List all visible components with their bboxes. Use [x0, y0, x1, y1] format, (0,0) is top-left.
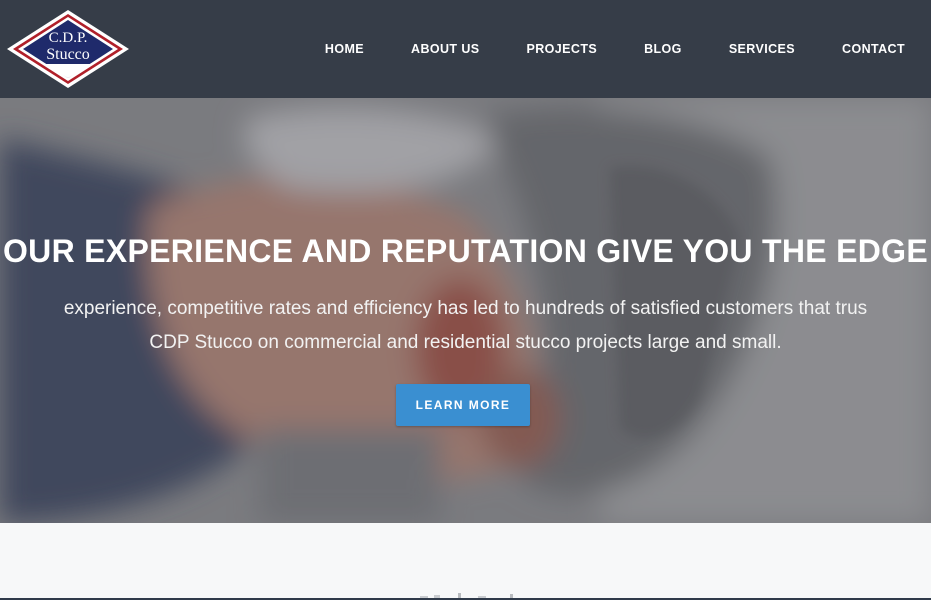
- cdp-stucco-logo[interactable]: C.D.P. Stucco: [6, 9, 130, 89]
- nav-contact[interactable]: CONTACT: [842, 42, 905, 56]
- learn-more-button[interactable]: LEARN MORE: [396, 384, 530, 426]
- nav-blog[interactable]: BLOG: [644, 42, 682, 56]
- logo-line2: Stucco: [46, 46, 90, 63]
- nav-home[interactable]: HOME: [325, 42, 364, 56]
- nav-about-us[interactable]: ABOUT US: [411, 42, 479, 56]
- content-section: [0, 523, 931, 600]
- main-nav: HOME ABOUT US PROJECTS BLOG SERVICES CON…: [325, 0, 931, 98]
- hero-section: OUR EXPERIENCE AND REPUTATION GIVE YOU T…: [0, 98, 931, 523]
- site-header: C.D.P. Stucco HOME ABOUT US PROJECTS BLO…: [0, 0, 931, 98]
- nav-services[interactable]: SERVICES: [729, 42, 795, 56]
- nav-projects[interactable]: PROJECTS: [527, 42, 598, 56]
- hero-text-line-1: experience, competitive rates and effici…: [63, 298, 868, 319]
- hero-title: OUR EXPERIENCE AND REPUTATION GIVE YOU T…: [2, 233, 929, 269]
- hero-text-line-2: CDP Stucco on commercial and residential…: [149, 332, 782, 353]
- logo-line1: C.D.P.: [49, 30, 88, 46]
